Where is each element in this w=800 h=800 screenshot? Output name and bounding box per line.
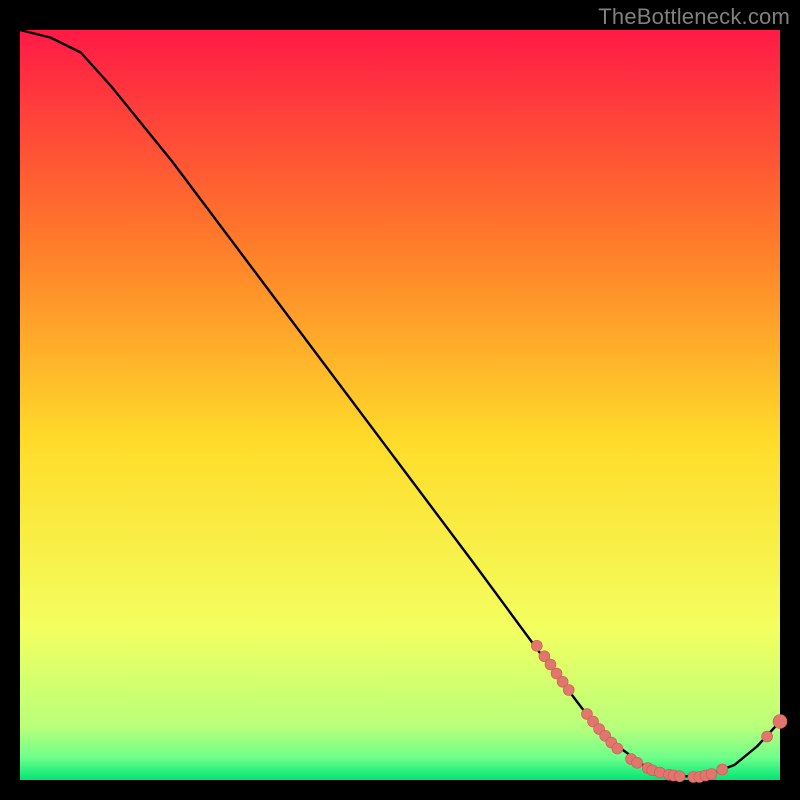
highlight-dot (762, 731, 773, 742)
highlight-dot (612, 743, 623, 754)
bottleneck-curve-chart (0, 0, 800, 800)
highlight-dot (563, 685, 574, 696)
watermark-text: TheBottleneck.com (598, 4, 790, 30)
highlight-dot (632, 757, 643, 768)
highlight-dot (531, 640, 542, 651)
highlight-dot (773, 715, 787, 729)
highlight-dot (674, 771, 685, 782)
plot-background (20, 30, 780, 780)
highlight-dot (706, 769, 717, 780)
highlight-dot (717, 764, 728, 775)
